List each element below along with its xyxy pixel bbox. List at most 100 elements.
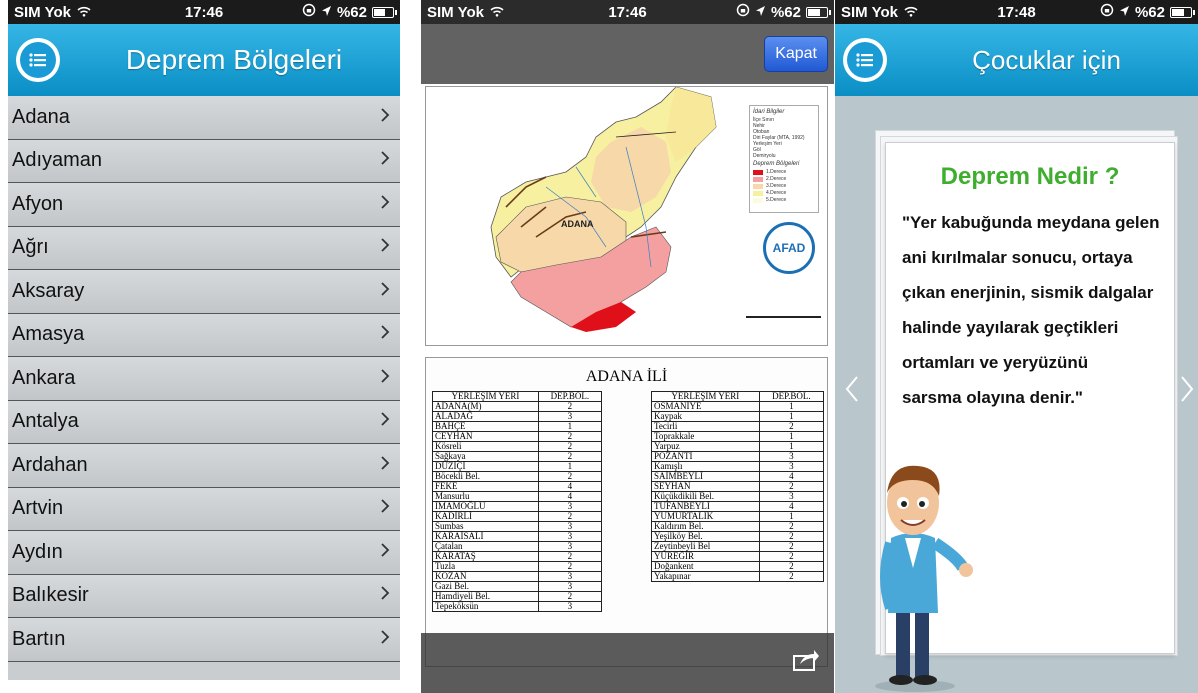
location-icon [321,4,332,21]
battery-icon [1170,6,1195,18]
legend-title: İdari Bilgiler [753,109,785,115]
city-list-item[interactable]: Artvin [8,487,400,531]
place-cell: YÜREĞİR [651,551,760,562]
city-list-item[interactable]: Adıyaman [8,139,400,183]
next-page-chevron-icon[interactable] [1180,375,1194,411]
place-cell: BAHÇE [432,421,539,432]
carrier-label: SIM Yok [841,3,898,21]
zone-cell: 2 [537,511,603,522]
table-row: Doğankent 2 [651,561,825,572]
chevron-right-icon [380,193,390,216]
col-header-place: YERLEŞİM YERİ [651,391,760,402]
zone-cell: 1 [758,511,825,522]
city-name: Antalya [12,410,79,433]
city-list-item[interactable]: Ankara [8,357,400,401]
zone-cell: 3 [537,411,603,422]
screen-zone-map-viewer: SIM Yok 17:46 %62 Kapat ADANA İdari Bilg… [421,0,834,693]
table-row: TUFANBEYLİ 4 [651,501,825,512]
place-cell: DÜZİÇİ [432,461,539,472]
table-row: Zeytinbeyli Bel 2 [651,541,825,552]
city-list-item[interactable]: Amasya [8,313,400,357]
city-list-item[interactable]: Balıkesir [8,574,400,618]
zone-cell: 1 [758,411,825,422]
table-row: Yakapınar 2 [651,571,825,582]
place-cell: Toprakkale [651,431,760,442]
chevron-right-icon [380,454,390,477]
status-bar: SIM Yok 17:48 %62 [835,0,1198,24]
table-row: İMAMOĞLU 3 [432,501,603,512]
city-name: Amasya [12,323,85,346]
table-row: CEYHAN 2 [432,431,603,442]
city-list-item[interactable]: Aksaray [8,270,400,314]
wifi-icon [904,5,918,20]
battery-icon [806,6,831,18]
table-row: YUMURTALIK 1 [651,511,825,522]
table-row: Böcekli Bel. 2 [432,471,603,482]
table-row: Mansurlu 4 [432,491,603,502]
zone-cell: 2 [758,571,825,582]
card-title: Deprem Nedir ? [940,163,1120,190]
table-row: OSMANİYE 1 [651,401,825,412]
table-row: KARATAŞ 2 [432,551,603,562]
card-text-line: sarsma olayına denir." [902,388,1083,407]
city-list-item[interactable]: Antalya [8,400,400,444]
city-list-item[interactable]: Afyon [8,183,400,227]
viewer-toolbar: Kapat [421,24,834,84]
legend-zone-label: 1.Derece [766,169,787,175]
place-cell: Zeytinbeyli Bel [651,541,760,552]
place-cell: FEKE [432,481,539,492]
nav-bar: Deprem Bölgeleri [8,24,400,96]
table-row: KOZAN 3 [432,571,603,582]
zone-cell: 1 [537,461,603,472]
table-row: ADANA(M) 2 [432,401,603,412]
card-text-line: ortamları ve yeryüzünü [902,353,1089,372]
legend-zones-title: Deprem Bölgeleri [753,161,800,167]
zone-cell: 4 [537,491,603,502]
table-row: ALADAĞ 3 [432,411,603,422]
zone-cell: 3 [537,521,603,532]
card-text-line: "Yer kabuğunda meydana gelen [902,213,1160,232]
map-city-label: ADANA [561,219,594,229]
close-button[interactable]: Kapat [764,36,828,72]
place-cell: Tuzla [432,561,539,572]
legend-swatch [753,176,763,182]
battery-percent: %62 [770,3,801,21]
city-list-item[interactable]: Adana [8,96,400,140]
menu-button[interactable] [843,38,887,82]
legend-swatch [753,197,763,203]
zone-cell: 4 [758,471,825,482]
menu-button[interactable] [16,38,60,82]
city-list-item[interactable]: Bartın [8,618,400,662]
city-list-item[interactable]: Ağrı [8,226,400,270]
card-text-line: ani kırılmalar sonucu, ortaya [902,248,1133,267]
previous-page-chevron-icon[interactable] [845,375,859,411]
chevron-right-icon [380,410,390,433]
list-menu-icon [20,42,56,78]
place-cell: Kösreli [432,441,539,452]
place-cell: KOZAN [432,571,539,582]
zone-cell: 3 [758,461,825,472]
city-name: Aydın [12,540,63,563]
place-cell: OSMANİYE [651,401,760,412]
list-menu-icon [847,42,883,78]
city-name: Aksaray [12,279,85,302]
city-list-item[interactable]: Aydın [8,531,400,575]
cartoon-boy-illustration [863,458,973,693]
chevron-right-icon [380,106,390,129]
zone-table-right: YERLEŞİM YERİ DEP.BÖL. OSMANİYE 1 Kaypak 1 T… [651,391,825,582]
city-list-item[interactable]: Ardahan [8,444,400,488]
place-cell: İMAMOĞLU [432,501,539,512]
share-icon[interactable] [792,648,820,677]
zone-cell: 1 [758,431,825,442]
col-header-zone: DEP.BÖL. [537,391,603,402]
place-cell: Mansurlu [432,491,539,502]
zone-cell: 3 [758,491,825,502]
rotation-lock-icon [1100,3,1114,21]
place-cell: Kaypak [651,411,760,422]
place-cell: KADİRLİ [432,511,539,522]
city-name: Ankara [12,366,76,389]
zone-cell: 2 [537,471,603,482]
city-name: Balıkesir [12,584,89,607]
table-title: ADANA İLİ [585,368,668,385]
legend-zone: 2.Derece [753,176,815,182]
